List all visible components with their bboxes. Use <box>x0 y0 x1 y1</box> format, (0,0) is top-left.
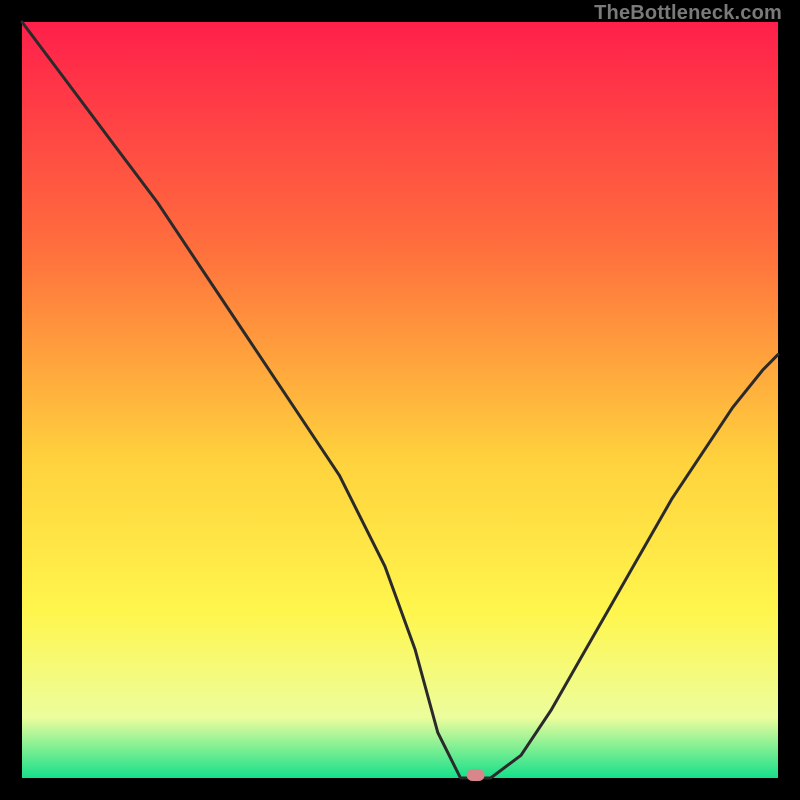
plot-background <box>22 22 778 778</box>
bottleneck-chart: TheBottleneck.com <box>0 0 800 800</box>
minimum-marker <box>467 769 485 781</box>
chart-svg <box>0 0 800 800</box>
attribution-text: TheBottleneck.com <box>594 2 782 25</box>
